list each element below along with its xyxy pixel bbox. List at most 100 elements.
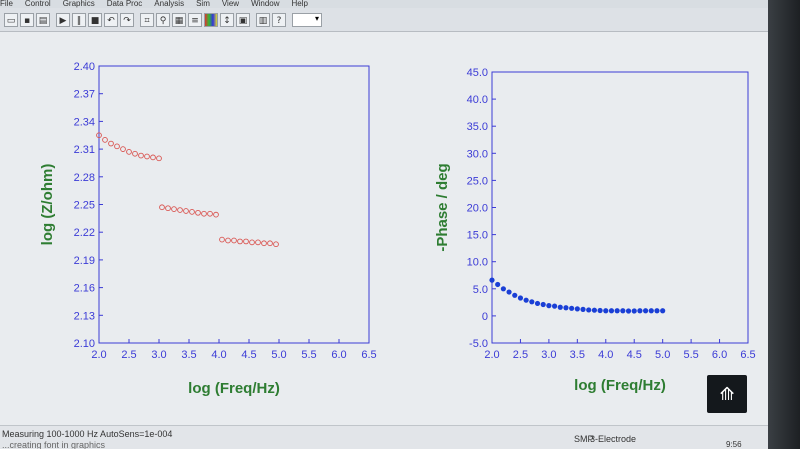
y-tick-label: 5.0 [473, 284, 488, 296]
plots-svg: 2.0 2.5 3.0 3.5 4.0 4.5 5.0 5.5 6.0 6.5 2.10 2.13 2.… [39, 61, 756, 397]
data-point [189, 209, 195, 215]
data-point [546, 303, 552, 309]
data-point [637, 308, 643, 314]
menu-item-help[interactable]: Help [292, 0, 308, 8]
grid-icon[interactable]: ▥ [256, 12, 270, 27]
menu-item-sim[interactable]: Sim [196, 0, 210, 8]
data-point [108, 140, 114, 147]
data-point [171, 206, 177, 212]
menu-item-data-proc[interactable]: Data Proc [107, 0, 143, 8]
app-triangle-icon[interactable]: ⟰ [707, 375, 747, 413]
x-axis-label: log (Freq/Hz) [188, 380, 280, 397]
plot-area: 2.0 2.5 3.0 3.5 4.0 4.5 5.0 5.5 6.0 6.5 2.10 2.13 2.… [0, 33, 768, 425]
data-point [557, 304, 563, 310]
y-tick-label: 40.0 [467, 94, 488, 106]
y-tick-label: 2.16 [74, 283, 95, 295]
data-point [267, 240, 273, 247]
help-icon[interactable]: ? [272, 12, 286, 27]
menu-item-view[interactable]: View [222, 0, 239, 8]
x-tick-label: 5.0 [271, 349, 286, 361]
menu-item-graphics[interactable]: Graphics [63, 0, 95, 8]
data-point [132, 150, 138, 157]
x-tick-label: 6.0 [331, 349, 346, 361]
data-point [580, 306, 586, 312]
x-tick-label: 4.5 [241, 349, 256, 361]
y-tick-label: 0 [482, 311, 488, 323]
data-point [249, 239, 255, 246]
status-message: Measuring 100-1000 Hz AutoSens=1e-004 [2, 429, 173, 439]
axis-icon[interactable]: ↕ [220, 12, 234, 27]
forward-icon[interactable]: ↷ [120, 12, 134, 27]
data-point [225, 237, 231, 244]
toolbar: ▭ ▪ ▤ ▶ ‖ ■ ↶ ↷ ⌗ ⚲ ▦ ≡ ↕ ▣ ▥ ? ▾ [0, 8, 768, 32]
x-tick-label: 4.0 [598, 349, 613, 361]
menu-item-control[interactable]: Control [25, 0, 51, 8]
data-point [165, 205, 171, 212]
menu-bar: File Control Graphics Data Proc Analysis Sim V… [0, 0, 768, 8]
data-point [574, 306, 580, 312]
data-point [631, 308, 637, 314]
pause-icon[interactable]: ‖ [72, 12, 86, 27]
x-tick-label: 2.5 [121, 349, 136, 361]
data-point [102, 137, 108, 143]
data-point [654, 308, 660, 314]
data-point [660, 308, 666, 314]
y-tick-label: 2.40 [74, 61, 95, 73]
y-tick-label: 2.37 [74, 89, 95, 101]
zoom-icon[interactable]: ⚲ [156, 12, 170, 27]
x-tick-label: 5.0 [655, 349, 670, 361]
y-tick-label: 2.13 [74, 310, 95, 322]
data-point [273, 241, 279, 248]
chart-icon[interactable]: ▦ [172, 12, 186, 27]
data-point [517, 295, 524, 301]
data-point [120, 146, 126, 152]
data-point [495, 281, 501, 288]
y-tick-label: 45.0 [467, 67, 488, 79]
menu-item-window[interactable]: Window [251, 0, 279, 8]
menu-item-file[interactable]: File [0, 0, 13, 8]
stop-icon[interactable]: ■ [88, 12, 102, 27]
screen: File Control Graphics Data Proc Analysis Sim V… [0, 0, 768, 449]
data-point [126, 149, 132, 155]
run-icon[interactable]: ▶ [56, 12, 70, 27]
reverse-icon[interactable]: ↶ [104, 12, 118, 27]
data-point [201, 210, 207, 217]
toolbar-dropdown[interactable]: ▾ [292, 12, 322, 27]
data-point [643, 308, 649, 314]
y-tick-label: 2.28 [74, 172, 95, 184]
open-icon[interactable]: ▭ [4, 12, 18, 27]
y-tick-label: 2.22 [74, 227, 95, 239]
data-point [625, 308, 632, 314]
graph-icon[interactable]: ⌗ [140, 12, 154, 27]
data-point [213, 211, 219, 218]
data-point [614, 308, 620, 314]
menu-item-analysis[interactable]: Analysis [154, 0, 184, 8]
data-point [603, 308, 609, 314]
x-tick-label: 5.5 [301, 349, 316, 361]
y-tick-label: 2.31 [74, 144, 95, 156]
data-point [177, 207, 183, 213]
data-point [156, 155, 162, 162]
y-tick-label: 25.0 [467, 175, 488, 187]
status-segment-electrode: 3-Electrode [590, 434, 637, 444]
y-tick-label: 30.0 [467, 148, 488, 160]
print-icon[interactable]: ▤ [36, 12, 50, 27]
color-bars-icon[interactable] [204, 12, 218, 27]
x-tick-label: 4.0 [211, 349, 226, 361]
settings-icon[interactable]: ▣ [236, 12, 250, 27]
x-tick-label: 3.5 [570, 349, 585, 361]
save-icon[interactable]: ▪ [20, 12, 34, 27]
y-tick-label: 20.0 [467, 203, 488, 215]
data-point [159, 204, 165, 211]
overlay-icon[interactable]: ≡ [188, 12, 202, 27]
data-point [534, 300, 541, 307]
data-point [586, 307, 592, 313]
x-tick-label: 6.5 [361, 349, 376, 361]
x-tick-label: 5.5 [683, 349, 698, 361]
x-tick-label: 6.5 [740, 349, 755, 361]
status-bar: Measuring 100-1000 Hz AutoSens=1e-004 ..… [0, 425, 768, 449]
y-axis-label: log (Z/ohm) [39, 164, 56, 246]
x-tick-label: 2.0 [91, 349, 106, 361]
data-point [540, 301, 546, 308]
data-point [620, 308, 626, 314]
